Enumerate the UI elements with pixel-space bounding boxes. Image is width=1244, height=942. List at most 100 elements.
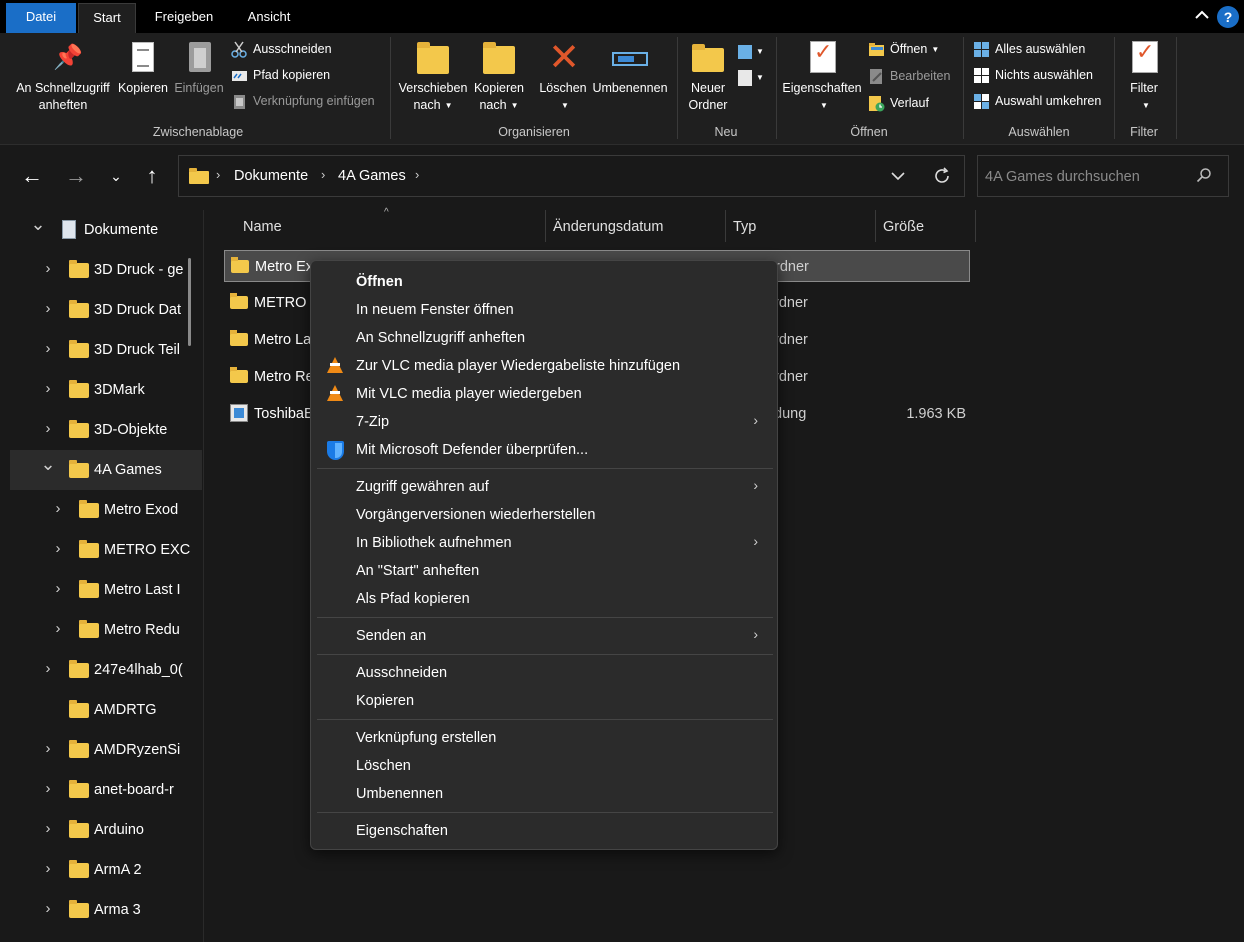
column-header-name[interactable]: Name (243, 219, 282, 235)
rename-button[interactable]: Umbenennen (590, 37, 670, 97)
tree-item[interactable]: ⌄ 4A Games (10, 450, 202, 490)
chevron-right-icon[interactable]: › (40, 340, 56, 357)
tree-item[interactable]: › 247e4lhab_0( (10, 650, 202, 690)
pane-divider[interactable] (203, 210, 204, 942)
tree-item[interactable]: AMDRTG (10, 690, 202, 730)
breadcrumb-dokumente[interactable]: Dokumente (234, 168, 308, 184)
edit-button[interactable]: Bearbeiten (868, 65, 950, 87)
properties-button[interactable]: Eigenschaften ▼ (780, 37, 864, 114)
chevron-right-icon[interactable]: › (40, 780, 56, 797)
context-menu-item[interactable]: Mit VLC media player wiedergeben (316, 380, 772, 408)
help-icon[interactable]: ? (1217, 6, 1239, 28)
navigation-pane[interactable]: ⌄ Dokumente › 3D Druck - ge › 3D Druck Dat › 3D… (0, 210, 202, 942)
address-dropdown-chevron-icon[interactable] (891, 170, 905, 182)
chevron-down-icon[interactable]: ⌄ (40, 454, 56, 475)
context-menu-item[interactable]: Mit Microsoft Defender überprüfen... (316, 436, 772, 464)
chevron-right-icon[interactable]: › (40, 860, 56, 877)
chevron-down-icon[interactable]: ⌄ (30, 214, 46, 235)
context-menu-item[interactable]: An "Start" anheften (316, 557, 772, 585)
breadcrumb-4a-games[interactable]: 4A Games (338, 168, 406, 184)
tab-ansicht[interactable]: Ansicht (234, 3, 304, 33)
paste-shortcut-button[interactable]: Verknüpfung einfügen (231, 90, 375, 112)
tree-item[interactable]: › 3D-Objekte (10, 410, 202, 450)
tree-item[interactable]: › Metro Exod (10, 490, 202, 530)
chevron-right-icon[interactable]: › (50, 500, 66, 517)
move-to-button[interactable]: Verschieben nach ▼ (396, 37, 470, 114)
delete-button[interactable]: ✕ Löschen ▼ (536, 37, 590, 114)
column-header-type[interactable]: Typ (733, 219, 756, 235)
history-button[interactable]: Verlauf (868, 92, 929, 114)
breadcrumb-chevron-icon[interactable]: › (415, 167, 419, 182)
chevron-right-icon[interactable]: › (50, 620, 66, 637)
tree-item[interactable]: › Arduino (10, 810, 202, 850)
context-menu-item[interactable]: Umbenennen (316, 780, 772, 808)
column-header-date[interactable]: Änderungsdatum (553, 219, 663, 235)
tree-item[interactable]: › 3D Druck Dat (10, 290, 202, 330)
tree-item[interactable]: ⌄ Dokumente (10, 210, 202, 250)
tree-item[interactable]: › AMDRyzenSi (10, 730, 202, 770)
chevron-right-icon[interactable]: › (40, 380, 56, 397)
navigation-pane-scrollbar[interactable] (188, 258, 191, 346)
tree-item[interactable]: › anet-board-r (10, 770, 202, 810)
select-none-button[interactable]: Nichts auswählen (973, 64, 1093, 86)
new-folder-button[interactable]: Neuer Ordner (682, 37, 734, 114)
back-arrow-icon[interactable]: ← (18, 162, 46, 190)
tree-item[interactable]: › Metro Redu (10, 610, 202, 650)
tree-item[interactable]: › 3D Druck Teil (10, 330, 202, 370)
copy-button[interactable]: Kopieren (114, 37, 172, 97)
tab-start[interactable]: Start (78, 3, 136, 33)
context-menu-item[interactable]: In Bibliothek aufnehmen › (316, 529, 772, 557)
forward-arrow-icon[interactable]: → (62, 162, 90, 190)
context-menu-item[interactable]: Kopieren (316, 687, 772, 715)
chevron-right-icon[interactable]: › (40, 300, 56, 317)
context-menu-item[interactable]: In neuem Fenster öffnen (316, 296, 772, 324)
collapse-ribbon-icon[interactable] (1194, 7, 1210, 23)
context-menu-item[interactable]: Senden an › (316, 622, 772, 650)
context-menu-item[interactable]: 7-Zip › (316, 408, 772, 436)
context-menu-item[interactable]: Eigenschaften (316, 817, 772, 845)
chevron-right-icon[interactable]: › (40, 900, 56, 917)
tab-datei[interactable]: Datei (6, 3, 76, 33)
copy-to-button[interactable]: Kopieren nach ▼ (470, 37, 528, 114)
chevron-right-icon[interactable]: › (40, 260, 56, 277)
address-bar[interactable]: › Dokumente › 4A Games › (178, 155, 965, 197)
select-all-button[interactable]: Alles auswählen (973, 38, 1085, 60)
context-menu-item[interactable]: Ausschneiden (316, 659, 772, 687)
easy-access-button[interactable]: ▼ (738, 66, 764, 88)
copy-path-button[interactable]: Pfad kopieren (231, 64, 330, 86)
tree-item[interactable]: › 3DMark (10, 370, 202, 410)
refresh-icon[interactable] (933, 167, 951, 185)
chevron-right-icon[interactable]: › (50, 580, 66, 597)
chevron-right-icon[interactable]: › (40, 660, 56, 677)
chevron-right-icon[interactable]: › (50, 540, 66, 557)
paste-button[interactable]: Einfügen (172, 37, 226, 97)
search-input[interactable]: 4A Games durchsuchen (977, 155, 1229, 197)
column-divider[interactable] (545, 210, 546, 242)
column-divider[interactable] (725, 210, 726, 242)
filter-button[interactable]: Filter ▼ (1120, 37, 1168, 114)
tree-item[interactable]: › METRO EXC (10, 530, 202, 570)
column-divider[interactable] (975, 210, 976, 242)
context-menu-item[interactable]: Löschen (316, 752, 772, 780)
context-menu-item[interactable]: Als Pfad kopieren (316, 585, 772, 613)
tree-item[interactable]: › Metro Last I (10, 570, 202, 610)
context-menu-item[interactable]: Verknüpfung erstellen (316, 724, 772, 752)
context-menu-item[interactable]: Zur VLC media player Wiedergabeliste hin… (316, 352, 772, 380)
column-header-size[interactable]: Größe (883, 219, 924, 235)
chevron-right-icon[interactable]: › (40, 820, 56, 837)
cut-button[interactable]: Ausschneiden (231, 38, 332, 60)
tab-freigeben[interactable]: Freigeben (142, 3, 226, 33)
column-divider[interactable] (875, 210, 876, 242)
new-item-button[interactable]: ▼ (738, 40, 764, 62)
up-arrow-icon[interactable]: ↑ (138, 162, 166, 190)
context-menu-item[interactable]: Vorgängerversionen wiederherstellen (316, 501, 772, 529)
open-button[interactable]: Öffnen ▼ (868, 38, 939, 60)
context-menu-item[interactable]: Öffnen (316, 268, 772, 296)
invert-selection-button[interactable]: Auswahl umkehren (973, 90, 1101, 112)
tree-item[interactable]: › Arma 3 (10, 890, 202, 930)
chevron-right-icon[interactable]: › (40, 420, 56, 437)
breadcrumb-chevron-icon[interactable]: › (216, 167, 220, 182)
recent-locations-chevron-icon[interactable]: ⌄ (102, 162, 130, 190)
tree-item[interactable]: › 3D Druck - ge (10, 250, 202, 290)
breadcrumb-chevron-icon[interactable]: › (321, 167, 325, 182)
